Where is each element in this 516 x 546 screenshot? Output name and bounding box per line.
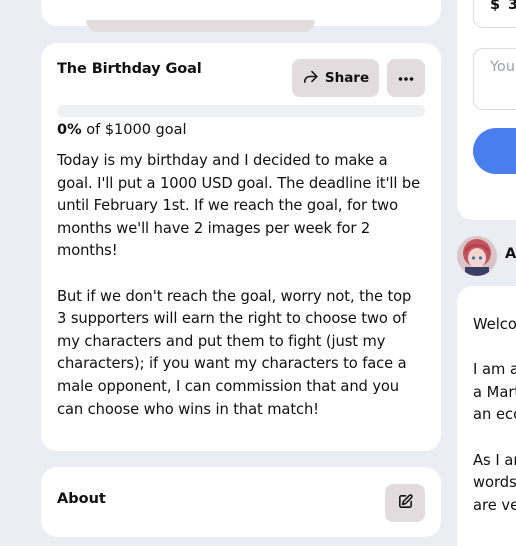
share-button[interactable]: Share	[292, 59, 379, 97]
creator-bio-card: Welco I am a a Mart an eco As I ar words…	[457, 286, 516, 546]
goal-title: The Birthday Goal	[57, 61, 202, 77]
support-card: $ 3 You	[457, 0, 516, 220]
goal-progress-bar	[57, 105, 425, 117]
goal-progress-text: 0% of $1000 goal	[57, 122, 187, 138]
goal-amount-text: of $1000 goal	[81, 122, 187, 138]
previous-card-button-secondary[interactable]	[173, 20, 315, 32]
support-button[interactable]	[473, 128, 516, 174]
creator-name: A	[505, 246, 516, 262]
creator-avatar[interactable]	[457, 236, 497, 276]
goal-percent: 0%	[57, 122, 82, 138]
share-button-label: Share	[324, 70, 370, 86]
more-horizontal-icon	[398, 70, 414, 86]
message-placeholder: You	[490, 59, 515, 75]
amount-value: 3	[508, 0, 516, 13]
about-card: About	[41, 467, 441, 537]
more-options-button[interactable]	[387, 59, 425, 97]
goal-card: The Birthday Goal Share 0% of $1000 goal…	[41, 43, 441, 451]
edit-about-button[interactable]	[385, 484, 425, 522]
share-arrow-icon	[302, 68, 319, 89]
creator-bio: Welco I am a a Mart an eco As I ar words…	[473, 316, 516, 514]
message-input[interactable]: You	[473, 48, 516, 110]
amount-input[interactable]: $ 3	[473, 0, 516, 28]
edit-icon	[397, 493, 414, 514]
currency-symbol: $	[490, 0, 501, 13]
goal-description: Today is my birthday and I decided to ma…	[57, 152, 421, 418]
about-title: About	[57, 491, 106, 507]
